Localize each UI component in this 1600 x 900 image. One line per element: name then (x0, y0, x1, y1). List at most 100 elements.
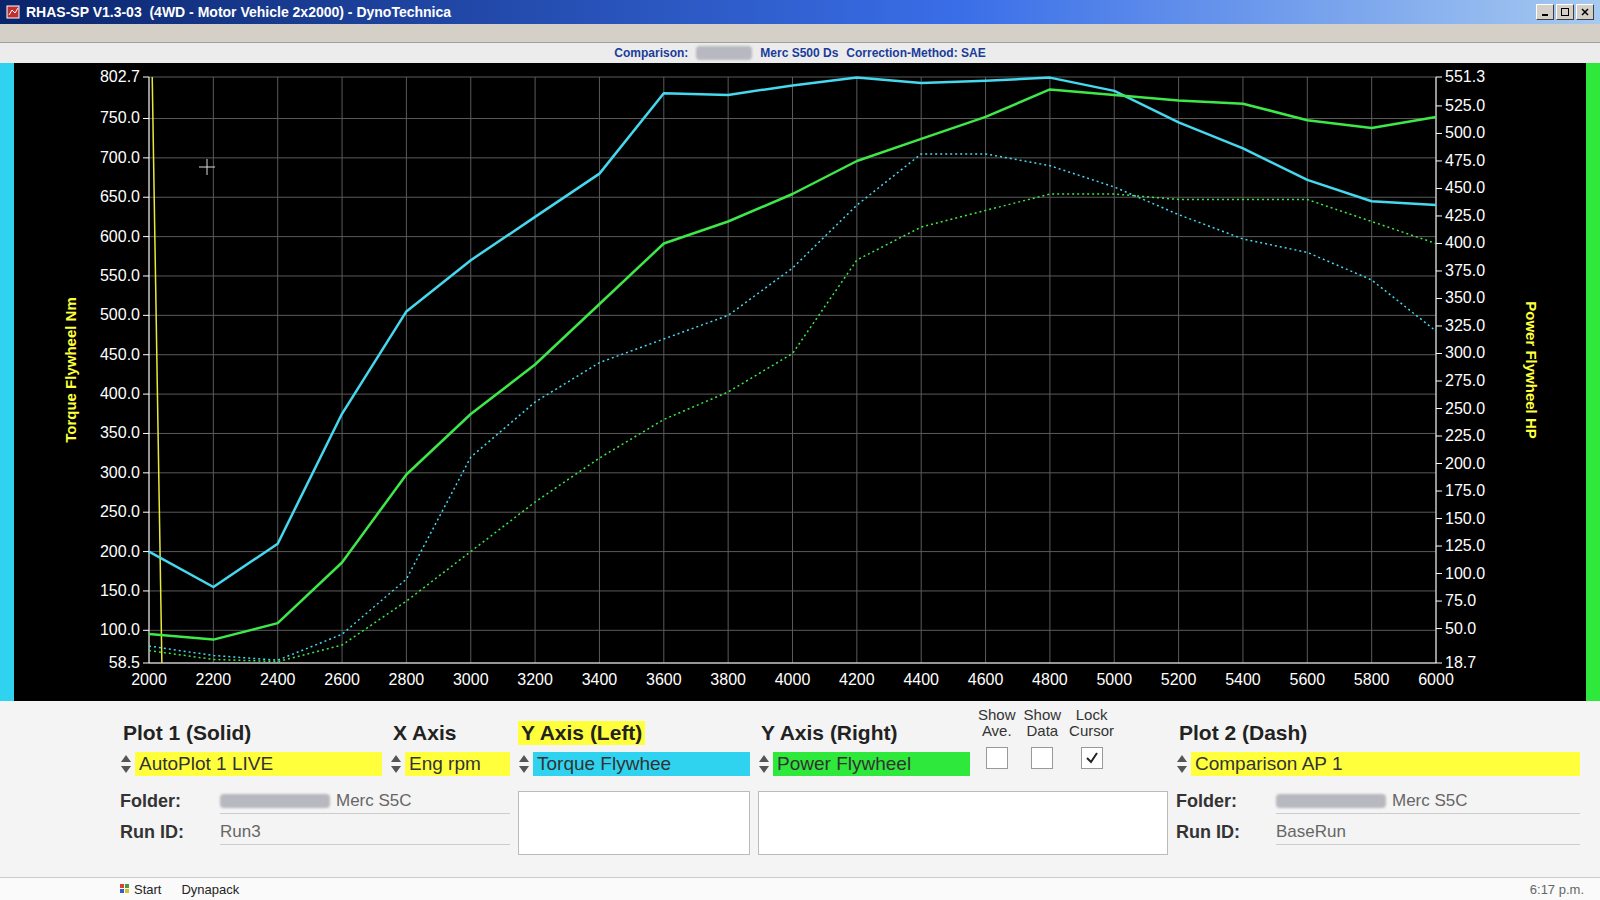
checkbox[interactable] (1081, 747, 1103, 769)
x-tick-label: 2000 (131, 671, 167, 688)
right-axis-strip (1586, 63, 1600, 701)
x-tick-label: 5400 (1225, 671, 1261, 688)
close-icon (1581, 8, 1589, 16)
option[interactable]: ShowAve. (978, 707, 1016, 769)
selector-field[interactable]: Torque Flywhee (518, 749, 750, 779)
run-id-field[interactable]: Run3 (220, 822, 510, 845)
blurred-text (696, 46, 752, 60)
right-tick-label: 275.0 (1445, 372, 1485, 389)
spinner-icon[interactable] (758, 753, 770, 775)
grid-line (921, 77, 922, 663)
x-tick-label: 5600 (1290, 671, 1326, 688)
folder-field[interactable]: Merc S5C (220, 791, 510, 814)
tick-mark (1436, 518, 1442, 519)
tick-mark (1436, 663, 1442, 664)
checkbox[interactable] (1031, 747, 1053, 769)
spinner-icon[interactable] (120, 753, 132, 775)
right-tick-label: 475.0 (1445, 152, 1485, 169)
grid-line (149, 551, 1436, 552)
x-tick-label: 3400 (582, 671, 618, 688)
selector-field[interactable]: AutoPlot 1 LIVE (120, 749, 382, 779)
taskbar: StartDynapack6:17 p.m. (0, 877, 1600, 900)
right-tick-label: 525.0 (1445, 97, 1485, 114)
grid-line (1371, 77, 1372, 663)
tick-mark (143, 77, 149, 78)
x-tick-label: 4800 (1032, 671, 1068, 688)
tick-mark (1436, 160, 1442, 161)
x-tick-label: 2200 (196, 671, 232, 688)
maximize-button[interactable] (1556, 4, 1574, 20)
right-tick-label: 400.0 (1445, 234, 1485, 251)
selector-value[interactable]: Eng rpm (405, 752, 510, 776)
right-tick-label: 375.0 (1445, 262, 1485, 279)
taskbar-item[interactable]: Dynapack (181, 882, 239, 897)
dash-series-line (149, 194, 1436, 662)
grid-line (149, 236, 1436, 237)
run-id-field[interactable]: BaseRun (1276, 822, 1580, 845)
right-tick-label: 75.0 (1445, 592, 1476, 609)
tick-mark (1436, 270, 1442, 271)
tick-mark (1436, 436, 1442, 437)
right-axis-title: Power Flywheel HP (1523, 301, 1540, 439)
grid-line (149, 630, 1436, 631)
selector-value[interactable]: Torque Flywhee (533, 752, 750, 776)
blurred-text (1276, 794, 1386, 808)
selector-value[interactable]: AutoPlot 1 LIVE (135, 752, 382, 776)
left-tick-label: 450.0 (100, 346, 140, 363)
left-tick-label: 200.0 (100, 543, 140, 560)
right-tick-label: 50.0 (1445, 620, 1476, 637)
dyno-chart[interactable]: 2000220024002600280030003200340036003800… (14, 63, 1586, 701)
grid-line (342, 77, 343, 663)
tick-mark (143, 394, 149, 395)
tick-mark (143, 197, 149, 198)
tick-mark (143, 236, 149, 237)
selector-field[interactable]: Comparison AP 1 (1176, 749, 1580, 779)
minimize-button[interactable] (1536, 4, 1554, 20)
tick-mark (1436, 133, 1442, 134)
spinner-icon[interactable] (518, 753, 530, 775)
run-id-label: Run ID: (1176, 822, 1276, 845)
blurred-text (220, 794, 330, 808)
right-tick-label: 18.7 (1445, 654, 1476, 671)
tick-mark (1436, 628, 1442, 629)
solid-series-line (149, 89, 1436, 639)
grid-line (1114, 77, 1115, 663)
cursor-line[interactable] (152, 77, 162, 663)
x-tick-label: 6000 (1418, 671, 1454, 688)
plot1-details: Folder:Merc S5CRun ID:Run3 (120, 783, 510, 877)
option[interactable]: LockCursor (1069, 707, 1114, 769)
close-button[interactable] (1576, 4, 1594, 20)
checkbox[interactable] (986, 747, 1008, 769)
option[interactable]: ShowData (1024, 707, 1062, 769)
grid-line (149, 590, 1436, 591)
tick-mark (1436, 353, 1442, 354)
spinner-icon[interactable] (1176, 753, 1188, 775)
notes-box[interactable] (758, 791, 1168, 855)
left-tick-label: 250.0 (100, 503, 140, 520)
right-axis (1436, 77, 1437, 663)
header-text: X Axis (390, 721, 459, 745)
app-window: RHAS-SP V1.3-03 (4WD - Motor Vehicle 2x2… (0, 0, 1600, 900)
grid-line (149, 157, 1436, 158)
folder-field[interactable]: Merc S5C (1276, 791, 1580, 814)
tick-mark (143, 118, 149, 119)
selector-cell: Torque Flywhee (518, 749, 750, 779)
tick-mark (143, 315, 149, 316)
selector-value[interactable]: Power Flywheel (773, 752, 970, 776)
minimize-icon (1541, 8, 1549, 16)
tick-mark (1436, 105, 1442, 106)
grid-line (663, 77, 664, 663)
grid-line (149, 512, 1436, 513)
selector-field[interactable]: Power Flywheel (758, 749, 970, 779)
notes-box[interactable] (518, 791, 750, 855)
comparison-label: Comparison: (614, 46, 688, 60)
grid-line (1436, 77, 1437, 663)
selector-field[interactable]: Eng rpm (390, 749, 510, 779)
start-button[interactable]: Start (120, 882, 161, 897)
right-tick-label: 125.0 (1445, 537, 1485, 554)
grid-line (149, 275, 1436, 276)
x-tick-label: 5800 (1354, 671, 1390, 688)
selector-value[interactable]: Comparison AP 1 (1191, 752, 1580, 776)
spinner-icon[interactable] (390, 753, 402, 775)
x-tick-label: 4400 (903, 671, 939, 688)
